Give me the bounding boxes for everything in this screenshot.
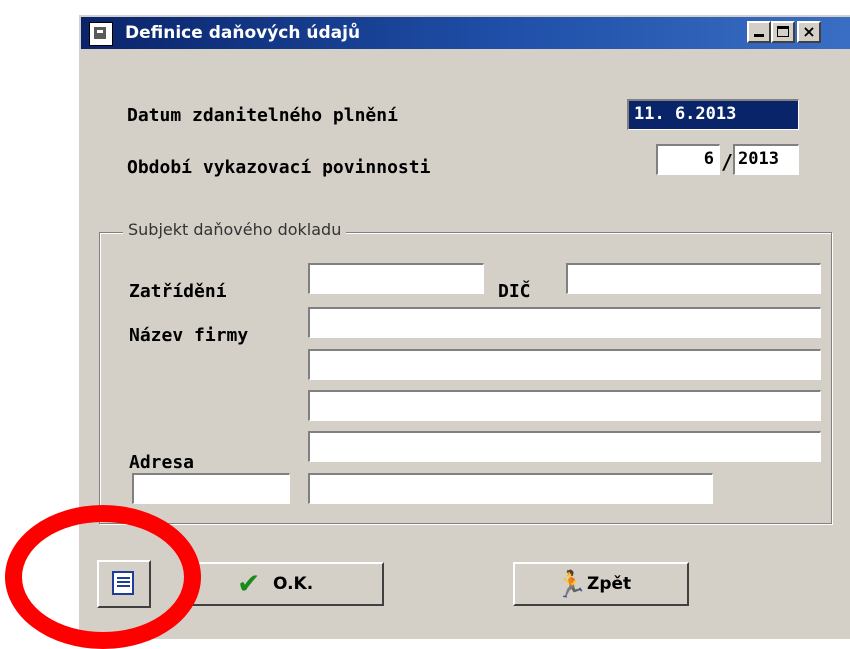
close-icon: × [802, 22, 816, 41]
subject-groupbox-caption: Subjekt daňového dokladu [123, 220, 347, 239]
nazev-firmy-input-3[interactable] [308, 390, 821, 421]
obdobi-month-input[interactable]: 6 [656, 144, 720, 175]
maximize-button[interactable] [771, 21, 795, 43]
running-man-icon: 🏃 [555, 570, 588, 600]
minimize-button[interactable] [747, 21, 771, 43]
adresa-label: Adresa [129, 452, 195, 473]
nazev-firmy-label: Název firmy [129, 325, 249, 346]
nazev-firmy-input-1[interactable] [308, 307, 821, 338]
psc-input[interactable] [132, 473, 290, 504]
dialog-window: Definice daňových údajů × Datum zdanitel… [78, 14, 850, 639]
nazev-firmy-input-2[interactable] [308, 349, 821, 380]
maximize-icon [777, 26, 789, 37]
minimize-icon [754, 34, 764, 37]
obec-input[interactable] [308, 473, 713, 504]
obdobi-separator: / [721, 150, 734, 174]
ok-button[interactable]: ✔ O.K. [191, 562, 384, 606]
datum-input[interactable]: 11. 6.2013 [627, 99, 799, 130]
zatrideni-label: Zatřídění [129, 281, 227, 302]
obdobi-label: Období vykazovací povinnosti [127, 157, 431, 178]
ok-button-label: O.K. [273, 574, 314, 594]
obdobi-year-input[interactable]: 2013 [733, 144, 799, 175]
dic-input[interactable] [566, 263, 821, 294]
close-button[interactable]: × [797, 21, 821, 43]
dic-label: DIČ [498, 281, 531, 302]
title-bar[interactable]: Definice daňových údajů × [81, 17, 850, 49]
check-icon: ✔ [237, 567, 261, 600]
back-button[interactable]: 🏃 Zpět [513, 562, 689, 606]
datum-label: Datum zdanitelného plnění [127, 105, 398, 126]
window-title: Definice daňových údajů [125, 23, 361, 43]
back-button-label: Zpět [587, 574, 632, 594]
app-icon[interactable] [89, 22, 113, 46]
adresa-input[interactable] [308, 431, 821, 462]
red-circle-annotation [5, 505, 201, 649]
zatrideni-input[interactable] [308, 263, 484, 294]
